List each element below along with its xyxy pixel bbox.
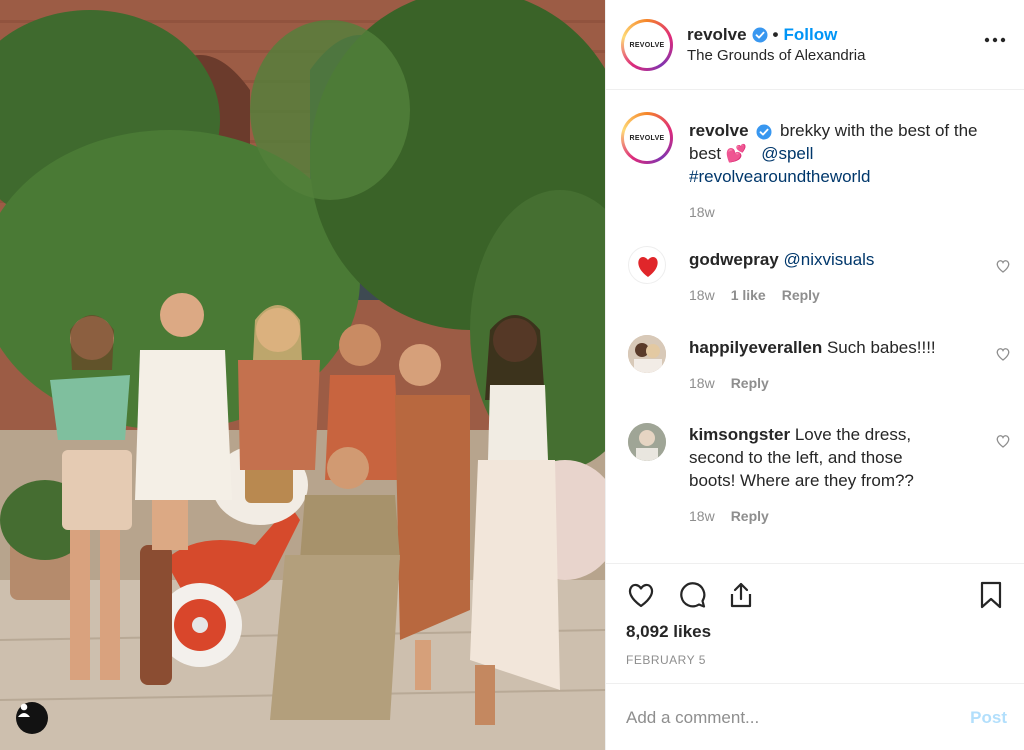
caption-meta: 18w xyxy=(689,204,715,220)
comments-list[interactable]: REVOLVE revolve brekky with the best of … xyxy=(606,91,1024,563)
post-header: REVOLVE revolve • Follow The Grounds of … xyxy=(606,0,1024,90)
user-icon xyxy=(18,703,30,717)
location-link[interactable]: The Grounds of Alexandria xyxy=(687,47,865,64)
brand-logo: REVOLVE xyxy=(629,41,665,49)
bookmark-icon[interactable] xyxy=(976,580,1006,610)
reply-button[interactable]: Reply xyxy=(731,508,769,524)
comment-body-line-2: second to the left, and those xyxy=(689,448,903,467)
caption-hashtag[interactable]: #revolvearoundtheworld xyxy=(689,167,870,186)
share-icon[interactable] xyxy=(726,580,756,610)
separator-dot: • xyxy=(772,25,779,44)
comment-text: happilyeverallen Such babes!!!! xyxy=(689,336,994,359)
comment-avatar[interactable] xyxy=(628,246,666,284)
caption-time[interactable]: 18w xyxy=(689,204,715,220)
caption-username[interactable]: revolve xyxy=(689,121,749,140)
heart-icon[interactable] xyxy=(626,580,656,610)
brand-logo-small: REVOLVE xyxy=(629,134,665,142)
reply-button[interactable]: Reply xyxy=(731,375,769,391)
post-date[interactable]: FEBRUARY 5 xyxy=(626,653,706,667)
heart-emoji: 💕 xyxy=(725,144,748,163)
comment-meta: 18w Reply xyxy=(689,375,769,391)
caption-text: revolve brekky with the best of the best… xyxy=(689,119,994,188)
caption-mention[interactable]: @spell xyxy=(761,144,813,163)
comment-time[interactable]: 18w xyxy=(689,375,715,391)
comment-body-line-1: Love the dress, xyxy=(794,425,912,444)
caption-line-1: brekky with the best of the xyxy=(780,121,978,140)
more-options-icon[interactable] xyxy=(983,34,1007,46)
comment-meta: 18w Reply xyxy=(689,508,769,524)
like-comment-heart-icon[interactable] xyxy=(995,346,1011,362)
verified-badge-icon xyxy=(752,27,768,43)
comment-body-line-3: boots! Where are they from?? xyxy=(689,471,914,490)
verified-badge-icon xyxy=(756,124,772,140)
tagged-people-button[interactable] xyxy=(16,702,48,734)
couple-photo-thumbnail xyxy=(628,335,666,373)
comment-meta: 18w 1 like Reply xyxy=(689,287,820,303)
comment-username[interactable]: godwepray xyxy=(689,250,779,269)
comment-username[interactable]: happilyeverallen xyxy=(689,338,822,357)
comment-username[interactable]: kimsongster xyxy=(689,425,790,444)
comment-avatar[interactable] xyxy=(628,335,666,373)
post-photo[interactable] xyxy=(0,0,605,750)
comment-body: Such babes!!!! xyxy=(826,338,936,357)
comment-icon[interactable] xyxy=(677,580,707,610)
like-comment-heart-icon[interactable] xyxy=(995,258,1011,274)
post-comment-button[interactable]: Post xyxy=(970,708,1007,728)
likes-count[interactable]: 8,092 likes xyxy=(626,622,711,642)
profile-photo-thumbnail xyxy=(628,423,666,461)
comment-mention[interactable]: @nixvisuals xyxy=(783,250,874,269)
reply-button[interactable]: Reply xyxy=(782,287,820,303)
add-comment-bar: Post xyxy=(606,683,1024,750)
comment-input[interactable] xyxy=(626,704,946,732)
group-photo-illustration xyxy=(0,0,605,750)
comment-time[interactable]: 18w xyxy=(689,508,715,524)
like-comment-heart-icon[interactable] xyxy=(995,433,1011,449)
comment-time[interactable]: 18w xyxy=(689,287,715,303)
comment-text: godwepray @nixvisuals xyxy=(689,248,994,271)
comment-likes[interactable]: 1 like xyxy=(731,287,766,303)
caption-avatar[interactable]: REVOLVE xyxy=(621,112,673,164)
caption-line-2: best xyxy=(689,144,722,163)
post-detail-panel: REVOLVE revolve • Follow The Grounds of … xyxy=(605,0,1024,750)
post-actions: 8,092 likes FEBRUARY 5 xyxy=(606,563,1024,683)
author-line: revolve • Follow xyxy=(687,25,837,45)
heart-logo-icon xyxy=(638,257,658,277)
follow-button[interactable]: Follow xyxy=(784,25,838,45)
author-avatar[interactable]: REVOLVE xyxy=(621,19,673,71)
comment-avatar[interactable] xyxy=(628,423,666,461)
comment-text: kimsongster Love the dress, second to th… xyxy=(689,423,994,492)
author-username[interactable]: revolve xyxy=(687,25,747,45)
